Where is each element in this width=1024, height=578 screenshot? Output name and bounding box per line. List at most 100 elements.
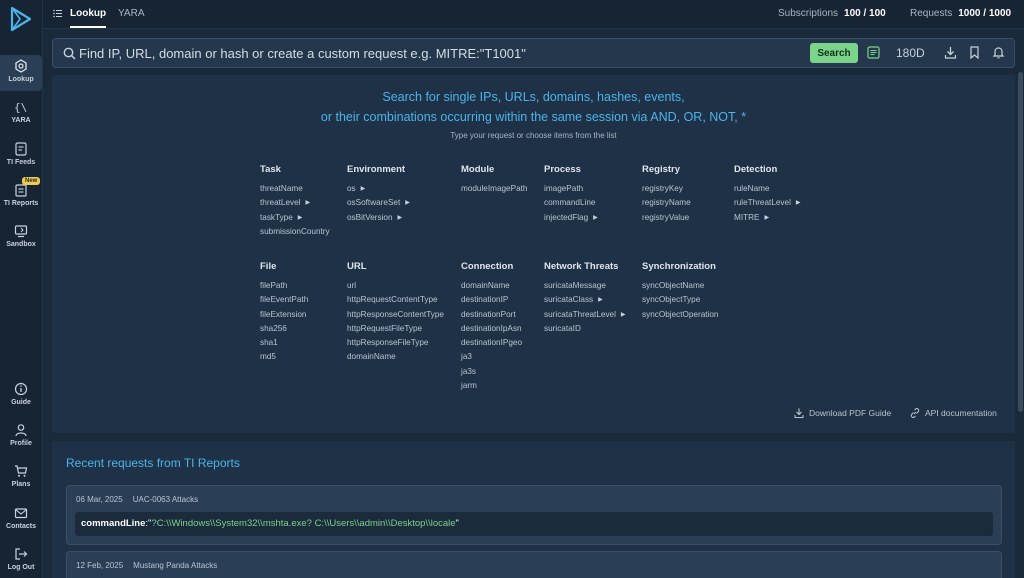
tab-lookup[interactable]: Lookup <box>70 8 106 19</box>
sidebar-item-ti-feeds[interactable]: TI Feeds <box>0 138 42 174</box>
list-item[interactable]: ja3s <box>461 365 522 379</box>
api-documentation-label: API documentation <box>925 408 997 418</box>
list-item[interactable]: sha1 <box>260 336 308 350</box>
column-list-module: moduleImagePath <box>461 182 527 196</box>
list-item[interactable]: imagePath <box>544 182 598 196</box>
list-item[interactable]: sha256 <box>260 322 308 336</box>
list-item[interactable]: fileExtension <box>260 308 308 322</box>
list-item[interactable]: syncObjectName <box>642 279 718 293</box>
bookmark-icon[interactable] <box>968 46 981 59</box>
sidebar-item-label: Contacts <box>6 523 36 530</box>
play-logo-icon[interactable] <box>9 6 33 32</box>
bell-icon[interactable] <box>992 46 1005 59</box>
list-item[interactable]: suricataID <box>544 322 626 336</box>
card-query[interactable]: commandLine:"?C:\\Windows\\System32\\msh… <box>75 512 993 536</box>
list-item[interactable]: injectedFlag ▶ <box>544 211 598 225</box>
sidebar-item-ti-reports[interactable]: New TI Reports <box>0 177 42 215</box>
recent-requests-section: Recent requests from TI Reports 06 Mar, … <box>52 441 1015 578</box>
sidebar-item-contacts[interactable]: Contacts <box>0 502 42 538</box>
tab-yara[interactable]: YARA <box>118 8 145 19</box>
cart-icon <box>15 465 28 477</box>
list-item[interactable]: destinationIPgeo <box>461 336 522 350</box>
sidebar-item-label: TI Feeds <box>6 159 36 166</box>
requests-label: Requests <box>910 8 953 19</box>
list-item[interactable]: url <box>347 279 444 293</box>
recent-request-card[interactable]: 12 Feb, 2025 Mustang Panda Attacks <box>66 551 1002 578</box>
list-item[interactable]: domainName <box>347 350 444 364</box>
scrollbar[interactable] <box>1018 72 1023 412</box>
list-item[interactable]: fileEventPath <box>260 293 308 307</box>
list-item[interactable]: suricataThreatLevel ▶ <box>544 308 626 322</box>
caret-right-icon: ▶ <box>795 200 801 207</box>
sidebar-item-yara[interactable]: {\} YARA <box>0 96 42 132</box>
list-item[interactable]: ruleName <box>734 182 801 196</box>
sidebar-item-label: Log Out <box>7 564 35 571</box>
list-item[interactable]: md5 <box>260 350 308 364</box>
recent-request-card[interactable]: 06 Mar, 2025 UAC-0063 Attacks commandLine… <box>66 485 1002 545</box>
report-icon <box>15 184 27 197</box>
list-item[interactable]: httpRequestContentType <box>347 293 444 307</box>
period-selector[interactable]: 180D <box>896 46 925 60</box>
sidebar-item-label: YARA <box>11 117 31 124</box>
sidebar-item-lookup[interactable]: Lookup <box>0 55 42 91</box>
menu-icon[interactable] <box>53 9 62 18</box>
caret-right-icon: ▶ <box>764 214 770 221</box>
list-item[interactable]: suricataMessage <box>544 279 626 293</box>
list-item[interactable]: httpResponseContentType <box>347 308 444 322</box>
sidebar-item-guide[interactable]: Guide <box>0 378 42 414</box>
list-item[interactable]: filePath <box>260 279 308 293</box>
list-item[interactable]: threatLevel ▶ <box>260 196 330 210</box>
column-title-synchronization: Synchronization <box>642 261 716 272</box>
download-icon <box>794 408 804 418</box>
sidebar-item-sandbox[interactable]: Sandbox <box>0 220 42 256</box>
card-meta: 06 Mar, 2025 UAC-0063 Attacks <box>76 495 198 504</box>
list-item[interactable]: registryKey <box>642 182 691 196</box>
list-item[interactable]: ja3 <box>461 350 522 364</box>
list-item[interactable]: httpResponseFileType <box>347 336 444 350</box>
list-item[interactable]: syncObjectOperation <box>642 308 718 322</box>
list-item[interactable]: threatName <box>260 182 330 196</box>
column-list-network-threats: suricataMessage suricataClass ▶ suricataT… <box>544 279 626 336</box>
column-list-process: imagePath commandLine injectedFlag ▶ <box>544 182 598 225</box>
list-item[interactable]: taskType ▶ <box>260 211 330 225</box>
feed-icon <box>15 142 27 156</box>
sidebar-item-profile[interactable]: Profile <box>0 419 42 455</box>
column-title-url: URL <box>347 261 367 272</box>
query-builder-icon[interactable] <box>867 46 880 59</box>
card-date: 12 Feb, 2025 <box>76 561 124 570</box>
download-icon[interactable] <box>944 46 957 59</box>
column-title-registry: Registry <box>642 164 681 175</box>
column-list-detection: ruleName ruleThreatLevel ▶ MITRE ▶ <box>734 182 801 225</box>
list-item[interactable]: ruleThreatLevel ▶ <box>734 196 801 210</box>
caret-right-icon: ▶ <box>598 297 603 304</box>
list-item[interactable]: moduleImagePath <box>461 182 527 196</box>
list-item[interactable]: registryName <box>642 196 691 210</box>
list-item[interactable]: commandLine <box>544 196 598 210</box>
api-documentation-link[interactable]: API documentation <box>910 408 997 418</box>
list-item[interactable]: suricataClass ▶ <box>544 293 626 307</box>
search-button[interactable]: Search <box>810 43 858 63</box>
list-item[interactable]: syncObjectType <box>642 293 718 307</box>
query-field: commandLine <box>81 518 146 529</box>
sidebar-item-plans[interactable]: Plans <box>0 460 42 496</box>
list-item[interactable]: destinationIpAsn <box>461 322 522 336</box>
list-item[interactable]: jarm <box>461 379 522 393</box>
recent-requests-title: Recent requests from TI Reports <box>66 456 240 470</box>
search-input[interactable] <box>79 43 799 63</box>
requests-value: 1000 / 1000 <box>958 8 1012 19</box>
sidebar-item-logout[interactable]: Log Out <box>0 543 42 578</box>
helper-subline: Type your request or choose items from t… <box>450 131 617 140</box>
headline-line-2: or their combinations occurring within t… <box>320 110 747 124</box>
list-item[interactable]: submissionCountry <box>260 225 330 239</box>
list-item[interactable]: osBitVersion ▶ <box>347 211 410 225</box>
sidebar-item-label: Plans <box>11 481 31 488</box>
list-item[interactable]: domainName <box>461 279 522 293</box>
list-item[interactable]: destinationIP <box>461 293 522 307</box>
list-item[interactable]: os ▶ <box>347 182 410 196</box>
download-pdf-guide-link[interactable]: Download PDF Guide <box>794 408 891 418</box>
list-item[interactable]: registryValue <box>642 211 691 225</box>
list-item[interactable]: osSoftwareSet ▶ <box>347 196 410 210</box>
list-item[interactable]: destinationPort <box>461 308 522 322</box>
list-item[interactable]: MITRE ▶ <box>734 211 801 225</box>
list-item[interactable]: httpRequestFileType <box>347 322 444 336</box>
